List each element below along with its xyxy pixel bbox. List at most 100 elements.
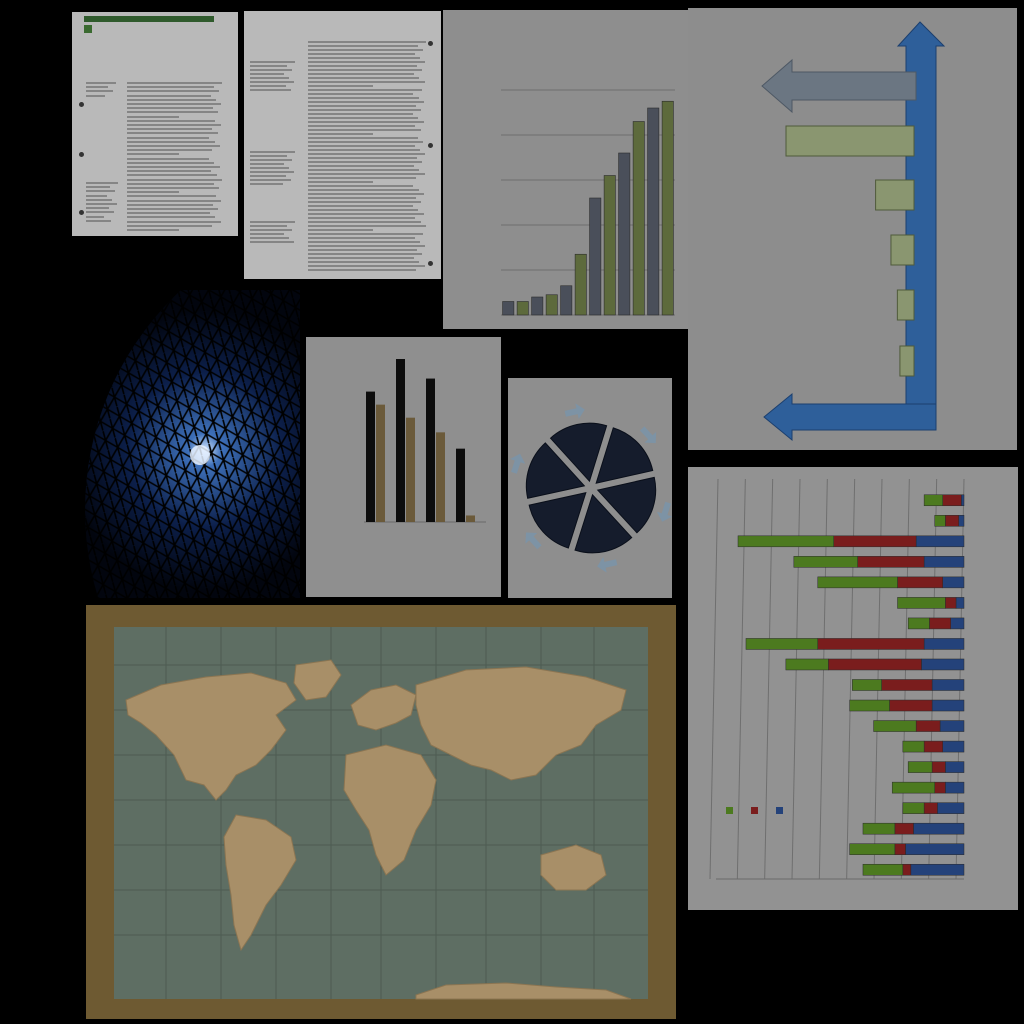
text-line (308, 265, 425, 267)
text-line (127, 132, 218, 135)
bar (502, 301, 515, 316)
pie-slice (595, 427, 654, 484)
text-line (127, 212, 210, 215)
text-line (308, 209, 419, 211)
text-line (127, 224, 213, 227)
text-line (308, 217, 416, 219)
text-line (308, 101, 425, 103)
text-line (127, 119, 216, 122)
text-line (127, 220, 221, 223)
stacked-bar-segment (902, 740, 925, 753)
cycle-arrows-icon (509, 403, 672, 573)
text-line (308, 117, 419, 119)
stacked-bar-segment (881, 679, 933, 691)
bar (456, 448, 465, 522)
stacked-bar-segment (817, 638, 925, 650)
stacked-bar-segment (891, 781, 936, 794)
geodesic-dome-icon (55, 290, 300, 598)
stacked-bar-segment (931, 699, 965, 712)
stacked-bar-segment (942, 740, 965, 753)
stacked-bar-segment (828, 658, 922, 671)
stacked-bar-segment (931, 761, 946, 773)
text-line (250, 233, 284, 235)
bar (618, 152, 631, 316)
text-line (86, 82, 116, 84)
text-line (250, 183, 283, 185)
world-map-icon (86, 605, 676, 1019)
stacked-bar-segment (923, 556, 965, 568)
stacked-bar-segment (910, 863, 965, 876)
top-arrow (761, 58, 917, 114)
cycle-pie-diagram (508, 378, 672, 598)
text-line (308, 245, 426, 247)
stacked-bar-segment (894, 822, 914, 835)
text-line (308, 241, 420, 243)
document-header-bar (84, 16, 214, 22)
text-line (308, 81, 425, 83)
text-line (86, 186, 110, 189)
stacked-bar-segment (907, 617, 930, 630)
stacked-bar-segment (923, 638, 965, 650)
stacked-bar-segment (873, 720, 917, 732)
text-line (127, 170, 212, 173)
text-line (250, 167, 289, 169)
stacked-bar-segment (907, 761, 933, 773)
text-line (308, 185, 414, 187)
text-line (308, 73, 414, 75)
text-line (86, 215, 104, 218)
text-line (250, 237, 289, 239)
bar (603, 175, 616, 316)
text-line (86, 182, 118, 184)
hbar (890, 234, 915, 266)
gridline (709, 478, 719, 880)
text-line (127, 124, 221, 126)
bar (396, 359, 405, 522)
text-line (250, 175, 286, 177)
text-line (127, 136, 210, 139)
bar (531, 296, 544, 316)
text-line (127, 90, 219, 93)
bar (545, 294, 558, 316)
stacked-bar-segment (913, 822, 965, 835)
stacked-bar-segment (862, 822, 896, 835)
text-line (308, 257, 414, 259)
hbar (899, 345, 915, 377)
text-line (127, 216, 216, 219)
text-line (308, 213, 424, 215)
text-line (127, 86, 214, 89)
bar (560, 285, 573, 316)
text-line (308, 137, 418, 139)
text-line (308, 85, 373, 87)
text-line (127, 82, 222, 84)
text-line (250, 89, 292, 91)
bar (406, 417, 415, 522)
bar (647, 107, 660, 316)
stacked-bar-segment (937, 802, 965, 814)
text-line (250, 65, 287, 67)
bar (574, 253, 587, 316)
text-line (308, 169, 420, 171)
text-line (127, 149, 212, 152)
text-line (250, 179, 292, 181)
stacked-bar-segment (945, 515, 959, 527)
text-line (308, 105, 416, 107)
text-line (250, 77, 289, 79)
punch-hole (79, 152, 84, 157)
text-line (308, 113, 413, 115)
stacked-bar-segment (915, 535, 965, 548)
text-line (127, 199, 222, 202)
legend-swatch (776, 807, 783, 814)
text-line (127, 107, 213, 110)
bar (589, 197, 602, 316)
bar (466, 515, 475, 522)
stacked-bar-segment (785, 658, 829, 671)
stacked-bar-segment (793, 556, 858, 568)
text-line (127, 157, 209, 160)
stacked-bar-segment (857, 556, 925, 568)
text-line (86, 219, 112, 222)
text-line (250, 221, 295, 223)
stacked-bar-segment (897, 597, 946, 609)
text-line (308, 205, 413, 207)
document-logo (84, 25, 92, 33)
text-line (308, 109, 422, 111)
